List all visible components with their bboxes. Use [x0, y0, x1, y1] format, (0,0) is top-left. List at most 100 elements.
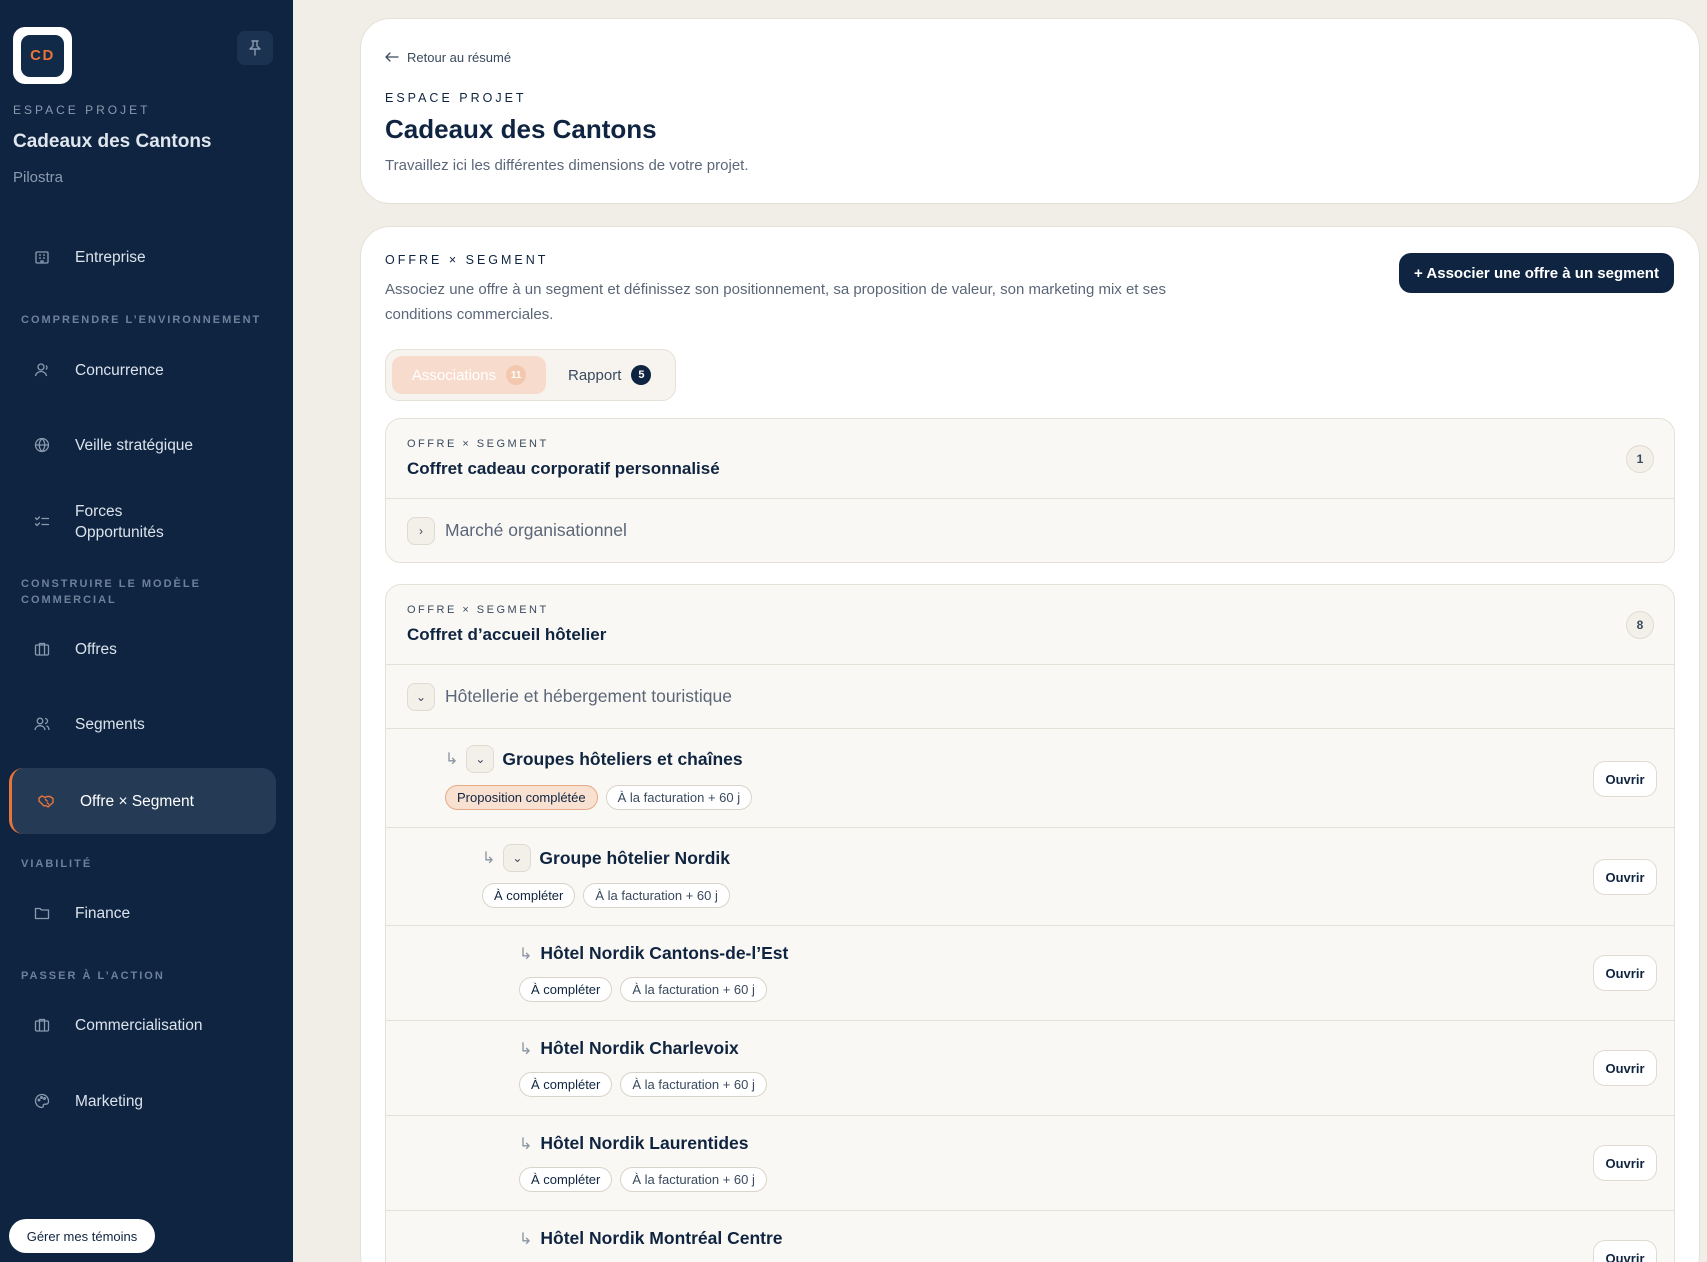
segment-row[interactable]: ⌄ Hôtellerie et hébergement touristique	[386, 665, 1674, 729]
users-icon	[32, 714, 52, 734]
section-label-viabilite: VIABILITÉ	[21, 858, 93, 870]
building-icon	[32, 247, 52, 267]
sidebar-item-forces-opportunites[interactable]: Forces Opportunités	[10, 494, 276, 550]
status-pills: Proposition complétée À la facturation +…	[445, 785, 753, 810]
offer-group-header: OFFRE × SEGMENT Coffret cadeau corporati…	[386, 419, 1674, 499]
checklist-icon	[32, 512, 52, 532]
list-item-title-wrap: ↳ ⌄ Groupes hôteliers et chaînes	[445, 745, 743, 773]
sub-item-arrow-icon: ↳	[519, 1230, 533, 1248]
tab-count-badge: 5	[631, 365, 652, 385]
payment-terms-badge: À la facturation + 60 j	[605, 785, 753, 810]
chevron-down-icon[interactable]: ⌄	[407, 682, 435, 711]
open-button[interactable]: Ouvrir	[1593, 1145, 1657, 1181]
status-pills: À compléter À la facturation + 60 j	[482, 883, 730, 908]
sidebar-item-label: Marketing	[75, 1092, 144, 1110]
section-label-passer-action: PASSER À L’ACTION	[21, 970, 165, 982]
sidebar-item-label: Commercialisation	[75, 1016, 203, 1034]
open-button[interactable]: Ouvrir	[1593, 859, 1657, 895]
chevron-right-icon[interactable]: ›	[407, 516, 435, 545]
globe-icon	[32, 435, 52, 455]
list-item: ↳ Hôtel Nordik Charlevoix À compléter À …	[386, 1021, 1674, 1116]
back-link-label: Retour au résumé	[407, 50, 512, 65]
sidebar-item-label: Segments	[75, 715, 145, 733]
tab-associations[interactable]: Associations 11	[392, 356, 546, 394]
page-header-card: Retour au résumé ESPACE PROJET Cadeaux d…	[360, 18, 1700, 204]
sidebar-item-finance[interactable]: Finance	[10, 886, 276, 940]
associate-offer-button[interactable]: + Associer une offre à un segment	[1399, 253, 1674, 293]
payment-terms-badge: À la facturation + 60 j	[620, 977, 767, 1002]
sidebar-item-label: Entreprise	[75, 248, 146, 266]
open-button[interactable]: Ouvrir	[1593, 955, 1657, 991]
handshake-icon	[37, 791, 57, 811]
list-item: ↳ Hôtel Nordik Laurentides À compléter À…	[386, 1116, 1674, 1211]
status-pills: À compléter À la facturation + 60 j	[519, 1072, 767, 1097]
payment-terms-badge: À la facturation + 60 j	[620, 1167, 767, 1192]
sidebar-item-label: Concurrence	[75, 361, 164, 379]
back-to-summary-link[interactable]: Retour au résumé	[385, 50, 511, 65]
open-button[interactable]: Ouvrir	[1593, 1050, 1657, 1086]
list-item-title: Hôtel Nordik Montréal Centre	[540, 1228, 783, 1248]
open-button[interactable]: Ouvrir	[1593, 761, 1657, 797]
status-badge: À compléter	[482, 883, 576, 908]
header-eyebrow: ESPACE PROJET	[385, 91, 527, 105]
sub-item-arrow-icon: ↳	[445, 751, 459, 768]
briefcase-icon	[32, 639, 52, 659]
list-item-title: Hôtel Nordik Cantons-de-l’Est	[540, 943, 789, 963]
list-item-title-wrap: ↳ Hôtel Nordik Cantons-de-l’Est	[519, 943, 788, 964]
sidebar-item-offres[interactable]: Offres	[10, 622, 276, 676]
folder-icon	[32, 903, 52, 923]
offer-group: OFFRE × SEGMENT Coffret cadeau corporati…	[385, 418, 1675, 563]
status-badge: À compléter	[519, 1167, 613, 1192]
list-item: ↳ ⌄ Groupe hôtelier Nordik À compléter À…	[386, 828, 1674, 926]
list-item-title-wrap: ↳ Hôtel Nordik Laurentides	[519, 1133, 749, 1154]
association-count-badge: 8	[1626, 611, 1654, 639]
user-icon	[32, 360, 52, 380]
sidebar-eyebrow: ESPACE PROJET	[13, 103, 151, 117]
page-title: Cadeaux des Cantons	[385, 114, 657, 144]
sidebar-item-label: Veille stratégique	[75, 436, 194, 454]
palette-icon	[32, 1091, 52, 1111]
status-pills: À compléter À la facturation + 60 j	[519, 1167, 767, 1192]
payment-terms-badge: À la facturation + 60 j	[583, 883, 730, 908]
association-count-badge: 1	[1626, 445, 1654, 473]
chevron-down-icon[interactable]: ⌄	[466, 745, 495, 773]
sidebar-item-offre-segment[interactable]: Offre × Segment	[9, 768, 276, 834]
sidebar-item-veille-strategique[interactable]: Veille stratégique	[10, 418, 276, 472]
sidebar-item-segments[interactable]: Segments	[10, 697, 276, 751]
open-button[interactable]: Ouvrir	[1593, 1240, 1657, 1262]
sidebar-item-marketing[interactable]: Marketing	[10, 1074, 276, 1128]
list-item-title: Hôtel Nordik Laurentides	[540, 1133, 749, 1153]
pin-icon	[249, 40, 261, 56]
status-pills: À compléter À la facturation + 60 j	[519, 977, 767, 1002]
chevron-down-icon[interactable]: ⌄	[503, 844, 532, 872]
logo-monogram: CD	[21, 34, 64, 77]
list-item: ↳ Hôtel Nordik Cantons-de-l’Est À complé…	[386, 926, 1674, 1021]
pin-sidebar-button[interactable]	[237, 31, 273, 65]
section-label-environnement: COMPRENDRE L’ENVIRONNEMENT	[21, 314, 262, 326]
list-item-title-wrap: ↳ Hôtel Nordik Charlevoix	[519, 1038, 739, 1059]
tab-label: Rapport	[568, 366, 622, 384]
status-badge: À compléter	[519, 977, 613, 1002]
segment-row[interactable]: › Marché organisationnel	[386, 499, 1674, 562]
sidebar-item-concurrence[interactable]: Concurrence	[10, 343, 276, 397]
sidebar-item-commercialisation[interactable]: Commercialisation	[10, 998, 276, 1052]
list-item-title: Groupes hôteliers et chaînes	[502, 748, 743, 769]
list-item-title-wrap: ↳ Hôtel Nordik Montréal Centre	[519, 1228, 783, 1249]
sidebar-item-label: Offres	[75, 640, 117, 658]
group-eyebrow: OFFRE × SEGMENT	[407, 604, 549, 616]
view-tabs: Associations 11 Rapport 5	[385, 349, 676, 401]
offer-segment-card: OFFRE × SEGMENT Associez une offre à un …	[360, 226, 1700, 1262]
sidebar-item-label: Finance	[75, 904, 131, 922]
sub-item-arrow-icon: ↳	[519, 1135, 533, 1153]
list-item-title: Hôtel Nordik Charlevoix	[540, 1038, 739, 1058]
tab-rapport[interactable]: Rapport 5	[568, 357, 652, 393]
payment-terms-badge: À la facturation + 60 j	[620, 1072, 767, 1097]
tab-count-badge: 11	[506, 365, 527, 385]
manage-cookies-button[interactable]: Gérer mes témoins	[9, 1219, 155, 1253]
project-logo[interactable]: CD	[13, 27, 72, 84]
segment-title: Hôtellerie et hébergement touristique	[445, 686, 732, 706]
sidebar-item-entreprise[interactable]: Entreprise	[10, 230, 276, 284]
sidebar-item-label: Offre × Segment	[80, 792, 194, 810]
sub-item-arrow-icon: ↳	[519, 945, 533, 963]
briefcase-icon	[32, 1015, 52, 1035]
